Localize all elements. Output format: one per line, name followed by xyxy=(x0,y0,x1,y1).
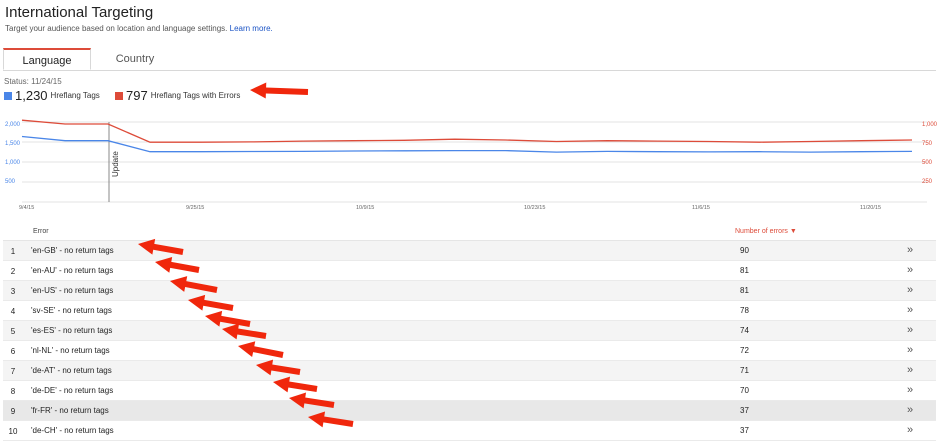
table-row[interactable]: 3 'en-US' - no return tags 81 » xyxy=(3,281,936,301)
row-count: 74 xyxy=(740,326,749,335)
row-error: 'en-AU' - no return tags xyxy=(31,266,114,275)
x-axis-tick: 9/25/15 xyxy=(186,205,204,211)
legend-hreflang-errors[interactable]: 797 Hreflang Tags with Errors xyxy=(115,88,240,103)
series-line-hreflang-errors xyxy=(21,119,913,143)
column-header-number-label: Number of errors xyxy=(735,228,788,235)
errors-table: Error Number of errors ▼ 1 'en-GB' - no r… xyxy=(3,224,936,441)
right-axis-tick: 500 xyxy=(922,160,933,166)
hreflang-tags-label: Hreflang Tags xyxy=(50,91,100,100)
left-axis-tick: 1,500 xyxy=(5,141,21,147)
subtitle-text: Target your audience based on location a… xyxy=(5,24,228,33)
row-count: 71 xyxy=(740,366,749,375)
column-header-number-of-errors[interactable]: Number of errors ▼ xyxy=(735,228,797,235)
row-count: 90 xyxy=(740,246,749,255)
x-axis-tick: 9/4/15 xyxy=(19,205,34,211)
row-error: 'es-ES' - no return tags xyxy=(31,326,113,335)
legend-blue-swatch xyxy=(4,91,12,100)
tab-language[interactable]: Language xyxy=(3,48,91,70)
row-index: 9 xyxy=(10,407,16,416)
row-error: 'de-CH' - no return tags xyxy=(31,426,114,435)
column-header-error[interactable]: Error xyxy=(33,228,49,235)
left-axis-tick: 500 xyxy=(5,179,16,185)
x-axis-tick: 11/20/15 xyxy=(860,205,881,211)
x-axis-tick: 10/9/15 xyxy=(356,205,374,211)
row-error: 'en-GB' - no return tags xyxy=(31,246,114,255)
chevron-right-icon[interactable]: » xyxy=(907,424,913,436)
chevron-right-icon[interactable]: » xyxy=(907,264,913,276)
row-count: 78 xyxy=(740,306,749,315)
table-body: 1 'en-GB' - no return tags 90 » 2 'en-AU' - n… xyxy=(3,241,936,441)
chevron-right-icon[interactable]: » xyxy=(907,404,913,416)
chevron-right-icon[interactable]: » xyxy=(907,284,913,296)
learn-more-link[interactable]: Learn more. xyxy=(230,24,273,33)
row-index: 5 xyxy=(10,327,16,336)
row-count: 70 xyxy=(740,386,749,395)
hreflang-tags-count: 1,230 xyxy=(15,88,48,103)
x-axis-tick: 11/6/15 xyxy=(692,205,710,211)
legend-red-swatch xyxy=(115,91,123,100)
left-axis-tick: 1,000 xyxy=(5,160,21,166)
tab-bar: Language Country xyxy=(3,48,936,71)
table-header: Error Number of errors ▼ xyxy=(3,224,936,241)
row-error: 'sv-SE' - no return tags xyxy=(31,306,112,315)
page-title: International Targeting xyxy=(5,4,154,21)
hreflang-errors-label: Hreflang Tags with Errors xyxy=(150,91,241,100)
row-error: 'de-DE' - no return tags xyxy=(31,386,114,395)
row-index: 3 xyxy=(10,287,16,296)
row-error: 'nl-NL' - no return tags xyxy=(31,346,110,355)
row-index: 7 xyxy=(10,367,16,376)
row-count: 72 xyxy=(740,346,749,355)
chevron-right-icon[interactable]: » xyxy=(907,364,913,376)
chevron-right-icon[interactable]: » xyxy=(907,244,913,256)
hreflang-chart[interactable]: 2,000 1,500 1,000 500 1,000 750 500 250 9/4/15 9/… xyxy=(0,112,939,214)
left-axis-tick: 2,000 xyxy=(5,122,21,128)
row-index: 10 xyxy=(8,427,18,436)
status-date: Status: 11/24/15 xyxy=(4,77,62,86)
chevron-right-icon[interactable]: » xyxy=(907,304,913,316)
chevron-right-icon[interactable]: » xyxy=(907,384,913,396)
row-count: 37 xyxy=(740,406,749,415)
chevron-right-icon[interactable]: » xyxy=(907,344,913,356)
row-count: 37 xyxy=(740,426,749,435)
row-error: 'de-AT' - no return tags xyxy=(31,366,112,375)
update-annotation: Update xyxy=(111,151,120,177)
row-index: 8 xyxy=(10,387,16,396)
table-row[interactable]: 6 'nl-NL' - no return tags 72 » xyxy=(3,341,936,361)
right-axis-tick: 1,000 xyxy=(922,122,938,128)
row-count: 81 xyxy=(740,266,749,275)
table-row[interactable]: 2 'en-AU' - no return tags 81 » xyxy=(3,261,936,281)
red-arrow-icon xyxy=(250,82,309,99)
table-row[interactable]: 1 'en-GB' - no return tags 90 » xyxy=(3,241,936,261)
hreflang-errors-count: 797 xyxy=(126,88,148,103)
row-index: 6 xyxy=(10,347,16,356)
row-count: 81 xyxy=(740,286,749,295)
row-index: 1 xyxy=(10,247,16,256)
table-row[interactable]: 9 'fr-FR' - no return tags 37 » xyxy=(3,401,936,421)
table-row[interactable]: 10 'de-CH' - no return tags 37 » xyxy=(3,421,936,441)
row-index: 4 xyxy=(10,307,16,316)
right-axis-tick: 750 xyxy=(922,141,933,147)
table-row[interactable]: 7 'de-AT' - no return tags 71 » xyxy=(3,361,936,381)
chevron-right-icon[interactable]: » xyxy=(907,324,913,336)
x-axis-tick: 10/23/15 xyxy=(524,205,545,211)
legend-hreflang-tags[interactable]: 1,230 Hreflang Tags xyxy=(4,88,100,103)
row-index: 2 xyxy=(10,267,16,276)
row-error: 'en-US' - no return tags xyxy=(31,286,114,295)
row-error: 'fr-FR' - no return tags xyxy=(31,406,109,415)
table-row[interactable]: 5 'es-ES' - no return tags 74 » xyxy=(3,321,936,341)
table-row[interactable]: 8 'de-DE' - no return tags 70 » xyxy=(3,381,936,401)
page-subtitle: Target your audience based on location a… xyxy=(5,24,273,33)
tab-country[interactable]: Country xyxy=(91,48,179,69)
sort-desc-icon: ▼ xyxy=(787,228,797,235)
table-row[interactable]: 4 'sv-SE' - no return tags 78 » xyxy=(3,301,936,321)
right-axis-tick: 250 xyxy=(922,179,933,185)
